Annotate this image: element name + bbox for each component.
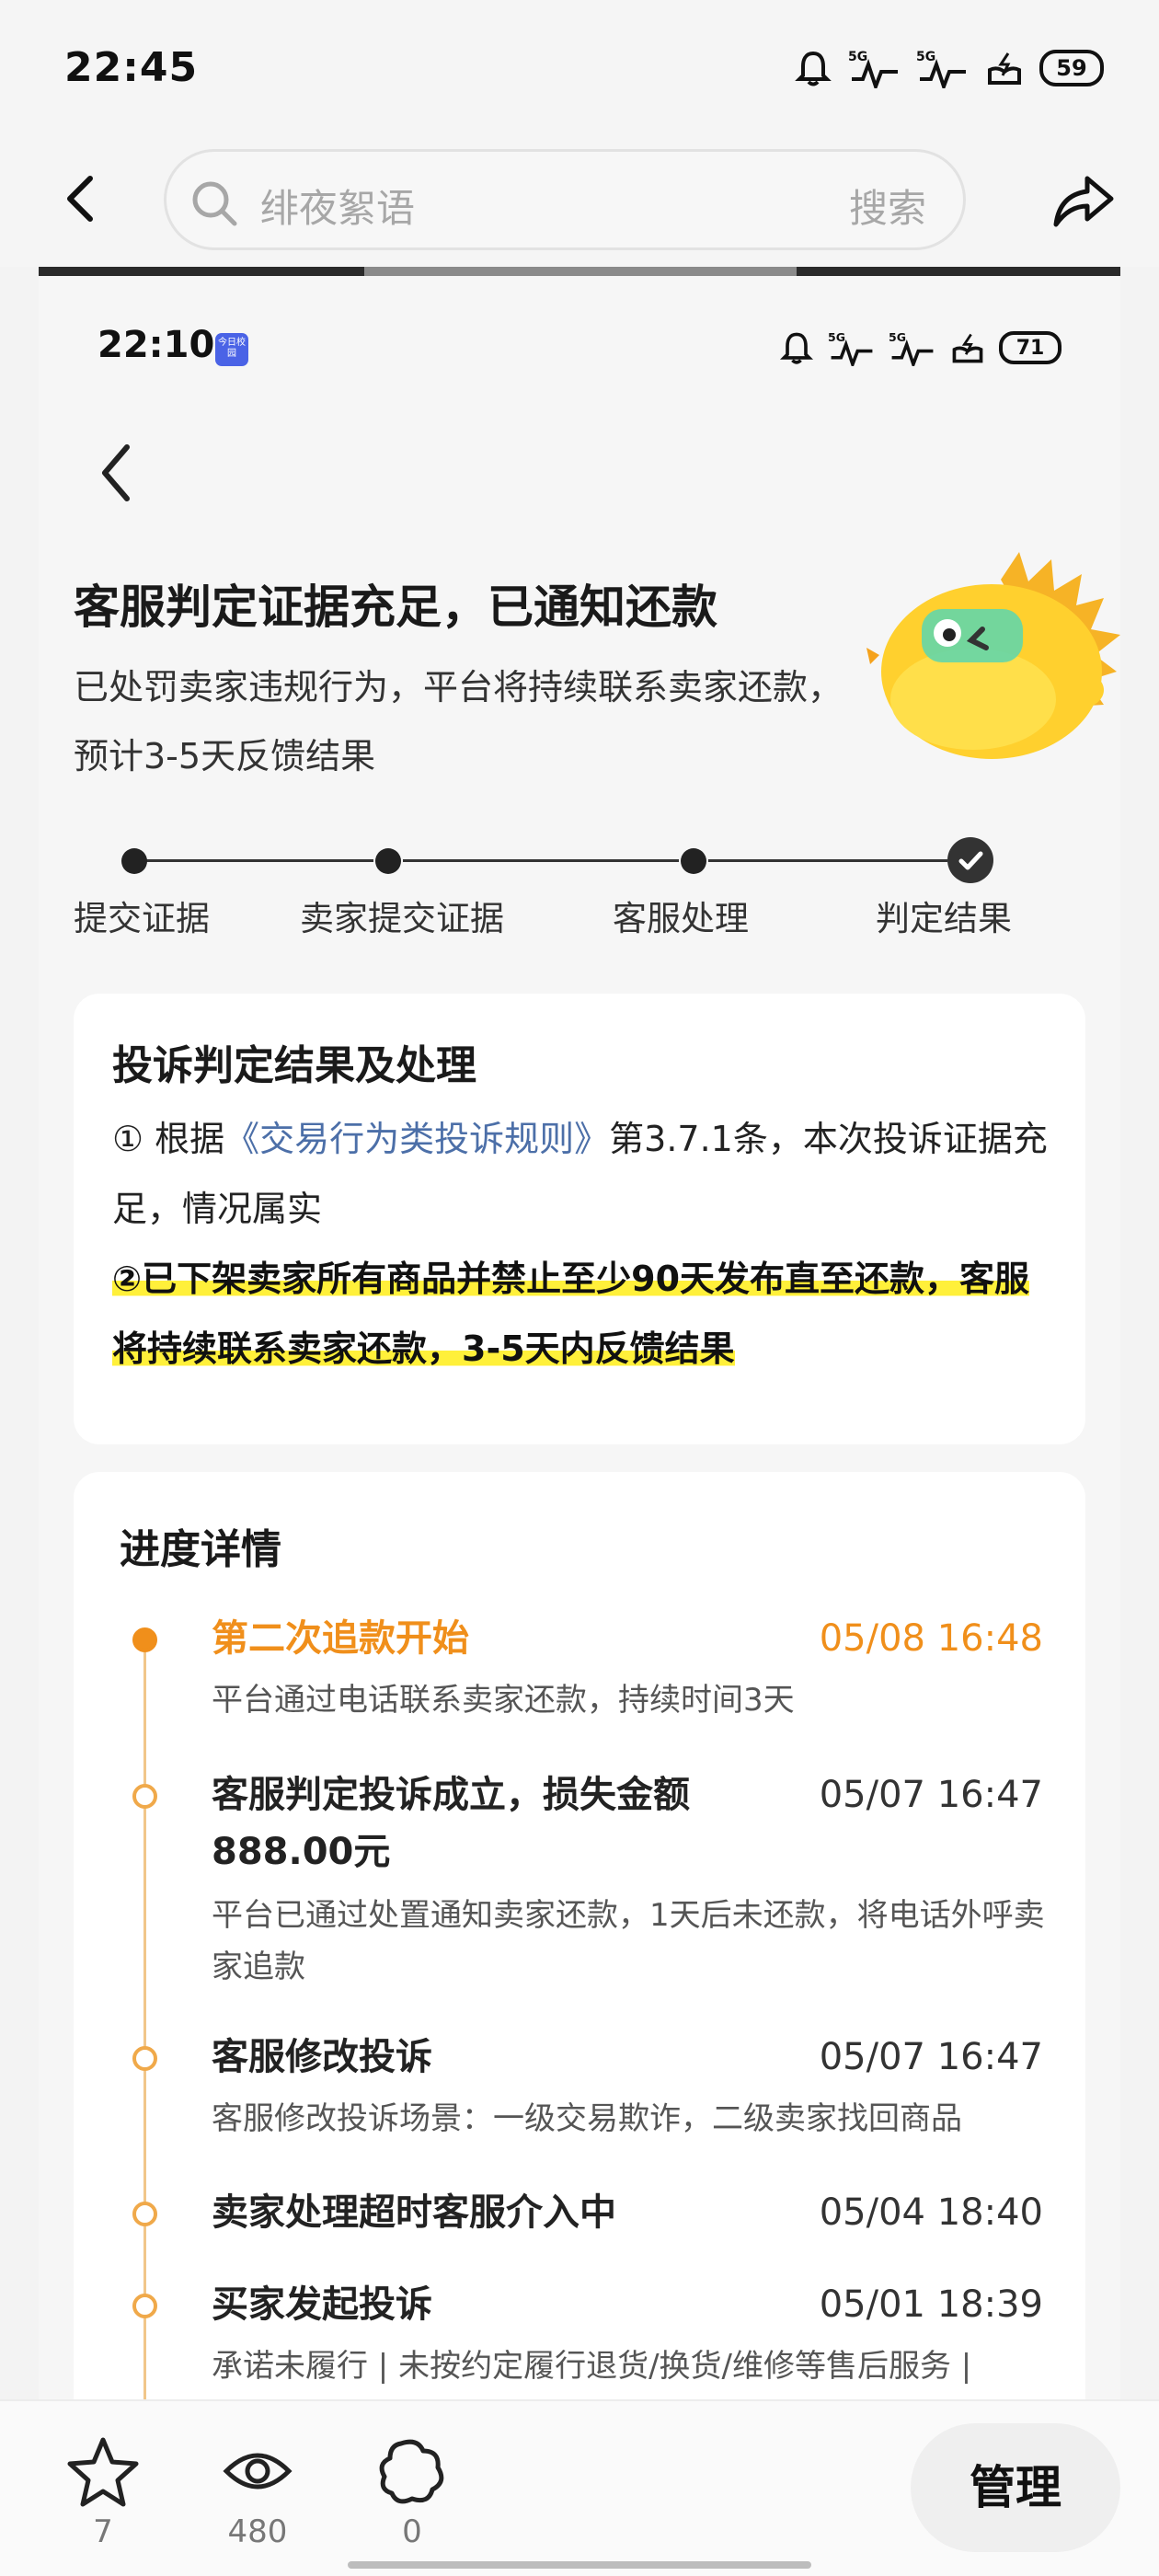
result-line2-highlight: ②已下架卖家所有商品并禁止至少90天发布直至还款，客服将持续联系卖家还款，3-5…	[112, 1259, 1030, 1369]
result-card-title: 投诉判定结果及处理	[112, 1042, 476, 1089]
step-label-seller: 卖家提交证据	[300, 899, 504, 938]
timeline-title: 客服修改投诉	[212, 2036, 432, 2078]
inner-status-icons: 5G 5G 71	[778, 329, 1061, 366]
timeline-dot-active	[132, 1627, 157, 1652]
timeline-desc: 平台通过电话联系卖家还款，持续时间3天	[212, 1682, 795, 1719]
inner-back-arrow-icon[interactable]	[90, 436, 145, 510]
timeline-line	[143, 1651, 146, 2399]
timeline-time: 05/04 18:40	[819, 2191, 1043, 2234]
mascot-illustration	[866, 552, 1120, 759]
favorite-count: 7	[93, 2513, 113, 2550]
svg-text:5G: 5G	[828, 330, 845, 344]
result-card: 投诉判定结果及处理 ① 根据《交易行为类投诉规则》第3.7.1条，本次投诉证据充…	[74, 994, 1085, 1444]
embedded-screenshot: 22:10 今日校园 5G 5G 71 客服判定证据充足，已通知还款 已处罚卖家…	[39, 267, 1120, 2399]
share-icon[interactable]	[1047, 164, 1120, 237]
inner-status-time: 22:10	[98, 324, 215, 366]
search-placeholder: 绯夜絮语	[260, 186, 416, 231]
eye-icon	[223, 2453, 293, 2490]
rules-link[interactable]: 《交易行为类投诉规则》	[224, 1119, 609, 1159]
status-icons: 5G 5G 59	[793, 48, 1104, 88]
battery-icon: 71	[999, 331, 1061, 364]
comment-count: 0	[402, 2513, 422, 2550]
progress-card-title: 进度详情	[120, 1526, 281, 1573]
bell-icon	[779, 332, 814, 364]
search-icon	[192, 181, 237, 226]
step-label-submit: 提交证据	[74, 899, 210, 938]
favorite-button[interactable]: 7	[48, 2434, 158, 2550]
signal-5g-icon-2: 5G	[916, 50, 966, 88]
comment-icon	[379, 2439, 444, 2504]
step-connector	[403, 859, 679, 862]
signal-5g-icon: 5G	[848, 50, 898, 88]
step-label-service: 客服处理	[613, 899, 749, 938]
battery-level: 71	[1016, 336, 1045, 360]
svg-text:5G: 5G	[889, 330, 906, 344]
step-check-icon	[947, 837, 993, 883]
manage-button[interactable]: 管理	[911, 2423, 1120, 2552]
timeline-desc: 承诺未履行 | 未按约定履行退货/换货/维修等售后服务 |	[212, 2348, 972, 2385]
svg-text:5G: 5G	[848, 50, 867, 64]
step-connector	[134, 859, 373, 862]
timeline-time: 05/07 16:47	[819, 2036, 1043, 2078]
page-subtitle: 已处罚卖家违规行为，平台将持续联系卖家还款，预计3-5天反馈结果	[74, 667, 843, 776]
back-arrow-icon[interactable]	[55, 171, 110, 226]
timeline-time: 05/07 16:47	[819, 1774, 1043, 1816]
views-indicator[interactable]: 480	[202, 2434, 313, 2550]
hotspot-icon	[988, 52, 1021, 85]
timeline-dot	[132, 1784, 157, 1809]
home-indicator[interactable]	[348, 2561, 811, 2569]
search-button[interactable]: 搜索	[849, 178, 926, 234]
frame-top-highlight	[364, 267, 797, 276]
bell-icon	[795, 51, 832, 86]
status-time: 22:45	[64, 44, 199, 91]
comment-button[interactable]: 0	[357, 2434, 467, 2550]
battery-level: 59	[1056, 55, 1087, 81]
step-dot	[121, 848, 147, 874]
star-icon	[67, 2437, 139, 2507]
timeline-time: 05/08 16:48	[819, 1617, 1043, 1660]
app-badge-icon: 今日校园	[215, 333, 248, 366]
page-title: 客服判定证据充足，已通知还款	[74, 581, 717, 634]
battery-icon: 59	[1039, 50, 1104, 86]
progress-card: 进度详情 第二次追款开始 05/08 16:48 平台通过电话联系卖家还款，持续…	[74, 1472, 1085, 2399]
step-dot	[375, 848, 401, 874]
timeline-title: 客服判定投诉成立，损失金额888.00元	[212, 1774, 690, 1873]
view-count: 480	[227, 2513, 288, 2550]
outer-nav-bar: 绯夜絮语 搜索	[0, 138, 1159, 267]
step-dot	[681, 848, 706, 874]
timeline-dot	[132, 2294, 157, 2318]
outer-status-bar: 22:45 5G 5G 59	[0, 0, 1159, 138]
progress-steps: 提交证据 卖家提交证据 客服处理 判定结果	[74, 837, 1095, 948]
timeline-time: 05/01 18:39	[819, 2283, 1043, 2326]
signal-5g-icon: 5G	[828, 330, 873, 366]
timeline-dot	[132, 2202, 157, 2226]
step-label-result: 判定结果	[876, 899, 1012, 938]
svg-text:5G: 5G	[916, 50, 935, 64]
step-connector	[708, 859, 947, 862]
search-input[interactable]: 绯夜絮语 搜索	[164, 149, 966, 250]
timeline-desc: 客服修改投诉场景：一级交易欺诈，二级卖家找回商品	[212, 2100, 962, 2137]
timeline-title: 卖家处理超时客服介入中	[212, 2191, 616, 2234]
hotspot-icon	[952, 333, 983, 363]
timeline-title: 买家发起投诉	[212, 2283, 432, 2326]
timeline-dot	[132, 2046, 157, 2071]
timeline-title: 第二次追款开始	[212, 1617, 469, 1660]
result-card-body: ① 根据《交易行为类投诉规则》第3.7.1条，本次投诉证据充足，情况属实 ②已下…	[112, 1104, 1050, 1384]
bottom-action-bar: 7 480 0 管理	[0, 2399, 1159, 2576]
timeline-desc: 平台已通过处置通知卖家还款，1天后未还款，将电话外呼卖家追款	[212, 1897, 1045, 1985]
signal-5g-icon-2: 5G	[889, 330, 934, 366]
result-line1-prefix: ① 根据	[112, 1119, 225, 1159]
